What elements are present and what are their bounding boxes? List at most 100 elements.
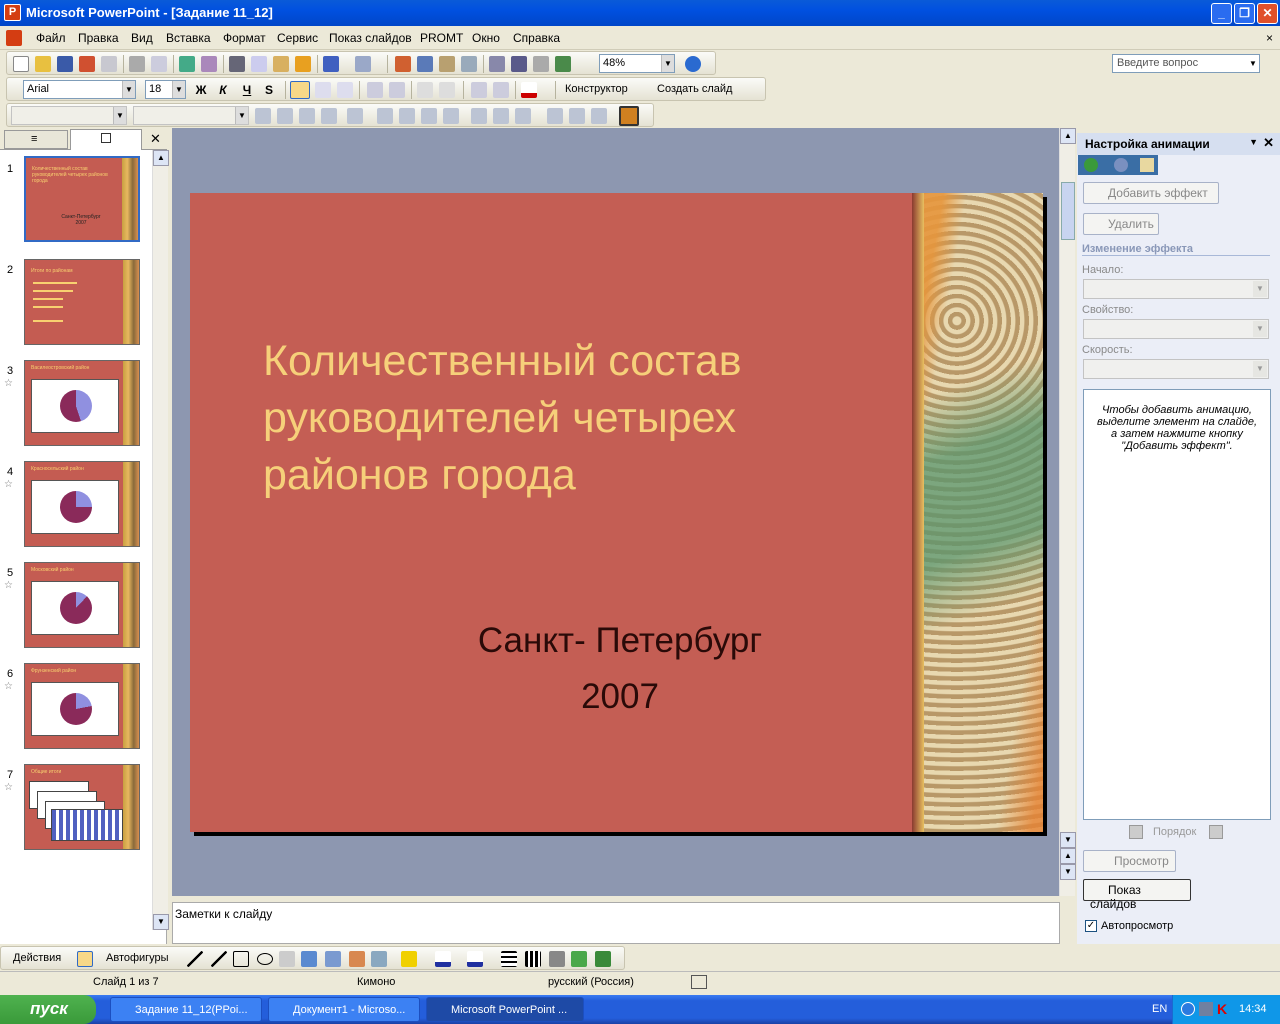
- insert-table-icon[interactable]: [417, 56, 433, 72]
- close-document-icon[interactable]: ×: [1266, 31, 1273, 45]
- slideshow-button[interactable]: Показ слайдов: [1083, 879, 1191, 911]
- line-style-icon[interactable]: [501, 951, 517, 967]
- new-icon[interactable]: [13, 56, 29, 72]
- kaspersky-icon[interactable]: K: [1217, 1001, 1227, 1017]
- menu-help[interactable]: Справка: [513, 31, 560, 45]
- add-effect-button[interactable]: Добавить эффект: [1083, 182, 1219, 204]
- select-objects-icon[interactable]: [77, 951, 93, 967]
- redo-icon[interactable]: [355, 56, 371, 72]
- spelling-icon[interactable]: [179, 56, 195, 72]
- chevron-down-icon[interactable]: ▼: [1253, 321, 1267, 337]
- scroll-thumb[interactable]: [1061, 182, 1075, 240]
- oval-icon[interactable]: [257, 953, 273, 965]
- chevron-down-icon[interactable]: ▼: [122, 81, 135, 98]
- menu-view[interactable]: Вид: [131, 31, 153, 45]
- menu-file[interactable]: Файл: [36, 31, 66, 45]
- format-painter-icon[interactable]: [295, 56, 311, 72]
- italic-button[interactable]: К: [213, 81, 233, 99]
- bullets-icon[interactable]: [389, 82, 405, 98]
- decrease-indent-icon[interactable]: [471, 82, 487, 98]
- menu-promt[interactable]: PROMT: [420, 31, 463, 45]
- slide-thumbnail-7[interactable]: Общие итоги: [24, 764, 140, 850]
- chevron-down-icon[interactable]: ▼: [1247, 55, 1259, 72]
- menu-insert[interactable]: Вставка: [166, 31, 211, 45]
- line-color-icon[interactable]: [435, 951, 451, 967]
- start-select[interactable]: ▼: [1083, 279, 1269, 299]
- slide-thumbnail-3[interactable]: Василеостровский район: [24, 360, 140, 446]
- outline-tool-icon[interactable]: [255, 108, 271, 124]
- tab-slides[interactable]: [70, 129, 142, 150]
- slide-subtitle[interactable]: Санкт- Петербург 2007: [420, 613, 820, 725]
- outline-tool-icon[interactable]: [443, 108, 459, 124]
- tray-icon[interactable]: [1181, 1002, 1195, 1016]
- email-icon[interactable]: [101, 56, 117, 72]
- promt-translate-icon[interactable]: [619, 106, 639, 126]
- notes-pane[interactable]: Заметки к слайду: [172, 902, 1060, 944]
- scroll-up-icon[interactable]: ▲: [153, 150, 169, 166]
- undo-icon[interactable]: [323, 56, 339, 72]
- menu-edit[interactable]: Правка: [78, 31, 119, 45]
- insert-chart-icon[interactable]: [395, 56, 411, 72]
- restore-button[interactable]: ❐: [1234, 3, 1255, 24]
- underline-button[interactable]: Ч: [237, 81, 257, 99]
- scroll-down-icon[interactable]: ▼: [153, 914, 169, 930]
- fill-color-icon[interactable]: [401, 951, 417, 967]
- diagram-icon[interactable]: [325, 951, 341, 967]
- research-icon[interactable]: [201, 56, 217, 72]
- next-slide-icon[interactable]: ▼: [1060, 864, 1076, 880]
- outline-tool-icon[interactable]: [515, 108, 531, 124]
- slide-thumbnail-6[interactable]: Фрунзенский район: [24, 663, 140, 749]
- rectangle-icon[interactable]: [233, 951, 249, 967]
- shadow-style-icon[interactable]: [571, 951, 587, 967]
- increase-font-icon[interactable]: [417, 82, 433, 98]
- copy-icon[interactable]: [251, 56, 267, 72]
- effect-select[interactable]: ▼: [133, 106, 249, 125]
- autoshapes-menu[interactable]: Автофигуры: [106, 952, 169, 964]
- chevron-down-icon[interactable]: ▼: [661, 55, 674, 72]
- outline-tool-icon[interactable]: [569, 108, 585, 124]
- picture-icon[interactable]: [371, 951, 387, 967]
- arrow-icon[interactable]: [211, 951, 227, 967]
- permission-icon[interactable]: [79, 56, 95, 72]
- slides-scrollbar[interactable]: ▲ ▼: [152, 150, 169, 930]
- outline-tool-icon[interactable]: [399, 108, 415, 124]
- outline-tool-icon[interactable]: [547, 108, 563, 124]
- print-preview-icon[interactable]: [151, 56, 167, 72]
- outline-tool-icon[interactable]: [493, 108, 509, 124]
- autopreview-checkbox[interactable]: ✓: [1085, 920, 1097, 932]
- document-icon[interactable]: [6, 30, 22, 46]
- slide-thumbnail-5[interactable]: Московский район: [24, 562, 140, 648]
- forward-icon[interactable]: [1114, 158, 1128, 172]
- chevron-down-icon[interactable]: ▼: [235, 107, 248, 124]
- close-button[interactable]: ✕: [1257, 3, 1278, 24]
- help-icon[interactable]: [685, 56, 701, 72]
- outline-tool-icon[interactable]: [471, 108, 487, 124]
- actions-menu[interactable]: Действия: [13, 952, 61, 964]
- slide-thumbnail-1[interactable]: Количественный состав руководителей четы…: [23, 155, 141, 243]
- numbering-icon[interactable]: [367, 82, 383, 98]
- font-size-select[interactable]: 18 ▼: [145, 80, 186, 99]
- align-right-icon[interactable]: [337, 82, 353, 98]
- hyperlink-icon[interactable]: [461, 56, 477, 72]
- new-slide-button[interactable]: Создать слайд: [657, 83, 732, 95]
- font-color-icon[interactable]: [467, 951, 483, 967]
- chevron-down-icon[interactable]: ▼: [1249, 137, 1258, 147]
- textbox-icon[interactable]: [279, 951, 295, 967]
- outline-tool-icon[interactable]: [591, 108, 607, 124]
- task-button[interactable]: Задание 11_12(PPoi...: [110, 997, 262, 1022]
- home-icon[interactable]: [1140, 158, 1154, 172]
- expand-all-icon[interactable]: [489, 56, 505, 72]
- show-formatting-icon[interactable]: [511, 56, 527, 72]
- align-center-icon[interactable]: [315, 82, 331, 98]
- dash-style-icon[interactable]: [525, 951, 541, 967]
- font-color-icon[interactable]: [521, 82, 537, 98]
- shadow-button[interactable]: S: [259, 81, 279, 99]
- align-left-icon[interactable]: [290, 81, 310, 99]
- menu-format[interactable]: Формат: [223, 31, 266, 45]
- tab-outline[interactable]: ≡: [4, 130, 68, 149]
- minimize-button[interactable]: _: [1211, 3, 1232, 24]
- tray-icon[interactable]: [1199, 1002, 1213, 1016]
- task-button[interactable]: Документ1 - Microso...: [268, 997, 420, 1022]
- outline-tool-icon[interactable]: [321, 108, 337, 124]
- menu-slideshow[interactable]: Показ слайдов: [329, 31, 412, 45]
